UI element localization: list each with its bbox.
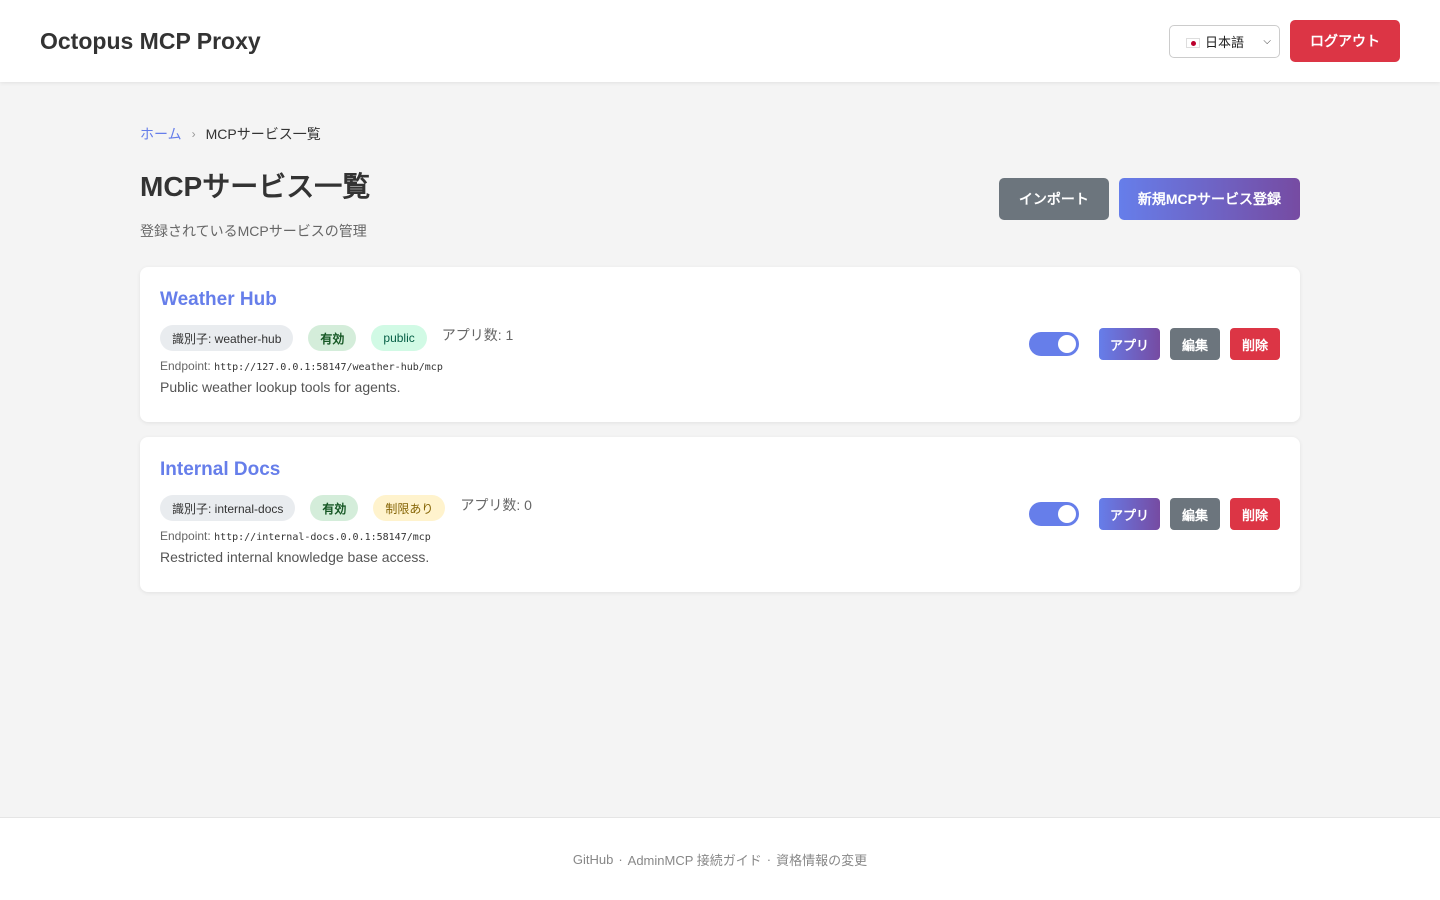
footer-separator: · <box>618 851 623 867</box>
toggle-knob <box>1057 505 1076 523</box>
delete-button[interactable]: 削除 <box>1229 498 1280 530</box>
breadcrumb: ホーム › MCPサービス一覧 <box>140 124 1300 144</box>
page-title: MCPサービス一覧 <box>140 171 371 202</box>
status-badge: 有効 <box>308 325 357 351</box>
edit-button[interactable]: 編集 <box>1169 498 1220 530</box>
service-card: Weather Hub 識別子: weather-hub 有効 public ア… <box>140 267 1300 422</box>
footer-admin-guide-link[interactable]: AdminMCP 接続ガイド <box>628 850 762 869</box>
footer-github-link[interactable]: GitHub <box>573 852 613 867</box>
header-actions: 日本語 ⌵ ログアウト <box>1169 20 1400 62</box>
service-name-link[interactable]: Internal Docs <box>160 459 1280 481</box>
import-button[interactable]: インポート <box>998 178 1109 220</box>
service-description: Public weather lookup tools for agents. <box>160 379 401 395</box>
footer-credentials-link[interactable]: 資格情報の変更 <box>776 850 867 869</box>
breadcrumb-separator: › <box>191 127 196 141</box>
service-actions: アプリ 編集 削除 <box>1028 328 1280 360</box>
access-badge: public <box>371 325 427 351</box>
page-header: MCPサービス一覧 登録されているMCPサービスの管理 インポート 新規MCPサ… <box>140 171 1300 241</box>
page-subtitle: 登録されているMCPサービスの管理 <box>140 222 367 239</box>
app-title[interactable]: Octopus MCP Proxy <box>40 28 261 55</box>
service-card: Internal Docs 識別子: internal-docs 有効 制限あり… <box>140 437 1300 592</box>
endpoint: Endpoint: http://internal-docs.0.0.1:581… <box>160 529 1280 543</box>
enable-toggle[interactable] <box>1028 332 1079 356</box>
language-select[interactable]: 日本語 ⌵ <box>1169 24 1280 58</box>
app-count: アプリ数: 1 <box>441 327 514 343</box>
delete-button[interactable]: 削除 <box>1229 328 1280 360</box>
apps-button[interactable]: アプリ <box>1098 328 1160 360</box>
service-description: Restricted internal knowledge base acces… <box>160 549 430 565</box>
logout-button[interactable]: ログアウト <box>1290 20 1400 62</box>
language-select-value: 日本語 <box>1186 32 1244 51</box>
endpoint-url: http://internal-docs.0.0.1:58147/mcp <box>214 532 431 543</box>
apps-button[interactable]: アプリ <box>1098 498 1160 530</box>
access-badge: 制限あり <box>373 495 446 521</box>
endpoint-label: Endpoint: <box>160 359 211 373</box>
endpoint-url: http://127.0.0.1:58147/weather-hub/mcp <box>214 362 443 373</box>
new-service-button[interactable]: 新規MCPサービス登録 <box>1118 178 1300 220</box>
page-heading-block: MCPサービス一覧 登録されているMCPサービスの管理 <box>140 171 371 241</box>
enable-toggle[interactable] <box>1028 502 1079 526</box>
breadcrumb-home-link[interactable]: ホーム <box>140 124 182 144</box>
japan-flag-icon <box>1186 38 1200 49</box>
endpoint: Endpoint: http://127.0.0.1:58147/weather… <box>160 359 1280 373</box>
edit-button[interactable]: 編集 <box>1169 328 1220 360</box>
main-content: ホーム › MCPサービス一覧 MCPサービス一覧 登録されているMCPサービス… <box>140 82 1300 592</box>
endpoint-label: Endpoint: <box>160 529 211 543</box>
status-badge: 有効 <box>310 495 359 521</box>
chevron-down-icon: ⌵ <box>1263 35 1271 47</box>
breadcrumb-current: MCPサービス一覧 <box>205 126 321 142</box>
identifier-badge: 識別子: internal-docs <box>160 495 296 521</box>
toggle-knob <box>1057 335 1076 353</box>
top-header: Octopus MCP Proxy 日本語 ⌵ ログアウト <box>0 0 1440 82</box>
page-actions: インポート 新規MCPサービス登録 <box>998 178 1300 220</box>
service-name-link[interactable]: Weather Hub <box>160 289 1280 311</box>
app-count: アプリ数: 0 <box>460 497 532 513</box>
service-actions: アプリ 編集 削除 <box>1028 498 1280 530</box>
footer-separator: · <box>766 851 772 867</box>
footer: GitHub · AdminMCP 接続ガイド · 資格情報の変更 <box>0 817 1440 900</box>
identifier-badge: 識別子: weather-hub <box>160 325 294 351</box>
